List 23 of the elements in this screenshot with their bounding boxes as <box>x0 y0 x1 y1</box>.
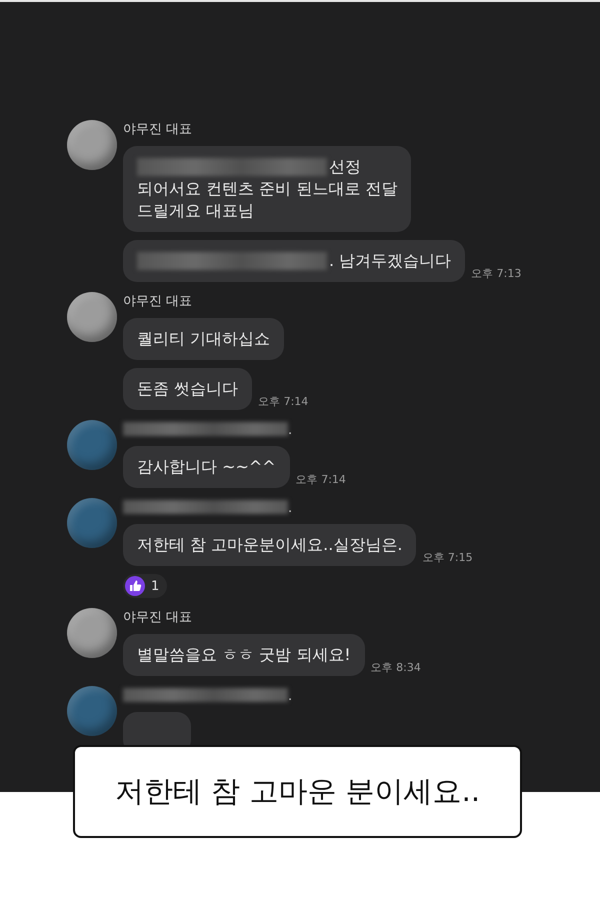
message-text: 드릴게요 대표님 <box>137 200 254 222</box>
message-text: 돈좀 썻습니다 <box>137 378 238 400</box>
message-text: 선정 <box>329 156 361 178</box>
message-time: 오후 8:34 <box>370 660 421 675</box>
reaction-badge[interactable]: 1 <box>123 574 168 598</box>
message-text: . 남겨두겠습니다 <box>329 250 452 272</box>
message-text: 감사합니다 ~~^^ <box>137 456 276 478</box>
sender-name: 야무진 대표 <box>123 121 192 138</box>
caption-text: 저한테 참 고마운 분이세요.. <box>114 772 480 810</box>
message-text: 퀄리티 기대하십쇼 <box>137 328 270 350</box>
message-time: 오후 7:14 <box>296 472 346 487</box>
sender-name: . <box>288 689 292 704</box>
sender-name: 야무진 대표 <box>123 609 192 626</box>
message-text: 되어서요 컨텐츠 준비 된느대로 전달 <box>137 178 398 200</box>
sender-name: . <box>288 423 292 438</box>
message-time: 오후 7:14 <box>258 394 308 409</box>
message-time: 오후 7:13 <box>471 266 522 281</box>
sender-name: . <box>288 501 292 516</box>
message-text: 별말씀을요 ㅎㅎ 굿밤 되세요! <box>137 644 351 666</box>
message-text: 저한테 참 고마운분이세요..실장님은. <box>137 534 402 556</box>
thumbs-up-icon <box>125 576 145 596</box>
sender-name: 야무진 대표 <box>123 293 192 310</box>
message-time: 오후 7:15 <box>422 550 473 565</box>
